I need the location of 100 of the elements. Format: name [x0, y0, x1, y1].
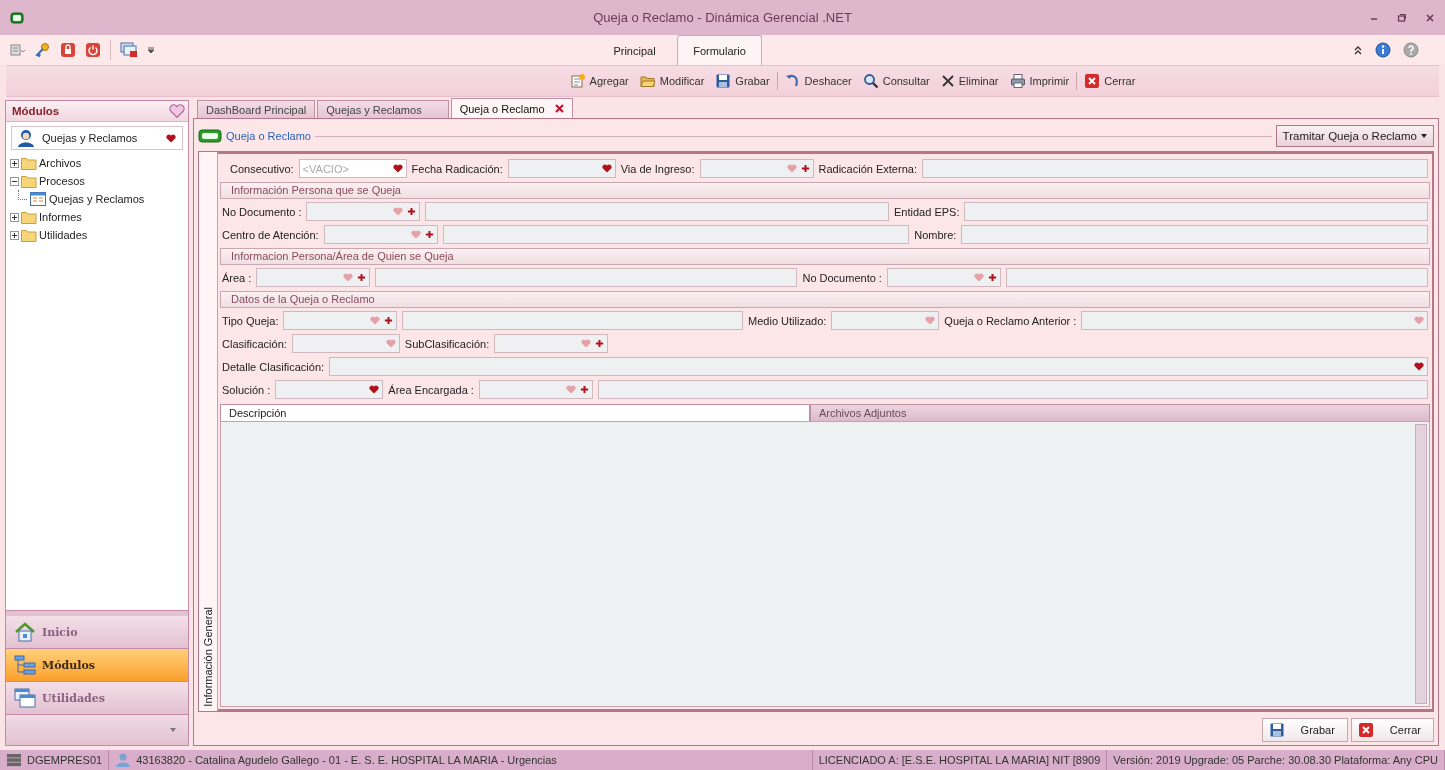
toolbar-button[interactable]: Grabar — [711, 71, 774, 91]
key-icon[interactable] — [35, 42, 51, 58]
tree-item[interactable]: Procesos — [39, 175, 85, 187]
toolbar-button[interactable]: Modificar — [635, 71, 709, 91]
app-logo-icon — [10, 11, 24, 24]
heart-icon — [169, 104, 185, 118]
ribbon-tab[interactable]: Principal — [592, 35, 677, 65]
toolbar-button[interactable]: Agregar — [565, 71, 633, 91]
section-header: Información Persona que se Queja — [220, 182, 1430, 199]
close-icon — [1084, 73, 1101, 89]
house-icon — [14, 622, 36, 642]
toolbar-button[interactable]: Cerrar — [1080, 71, 1140, 91]
field-label: Clasificación: — [222, 337, 287, 350]
windows-close-icon[interactable] — [120, 42, 138, 58]
nav-button[interactable]: Inicio — [6, 616, 188, 649]
nav-button[interactable]: Utilidades — [6, 682, 188, 715]
placeholder-text: <VACIO> — [302, 162, 349, 175]
document-tab[interactable]: Quejas y Reclamos — [317, 100, 449, 118]
undo-icon — [784, 73, 801, 89]
section-header: Datos de la Queja o Reclamo — [220, 291, 1430, 308]
power-icon[interactable] — [85, 42, 101, 58]
dropdown-heart-icon[interactable] — [166, 133, 176, 143]
search-icon — [862, 73, 879, 89]
list-icon[interactable] — [10, 43, 26, 57]
field-label: Solución : — [222, 383, 271, 396]
field-label: Entidad EPS: — [894, 205, 960, 218]
save-icon — [715, 73, 732, 89]
restore-icon[interactable] — [1397, 12, 1407, 23]
user-icon — [16, 128, 36, 148]
section-header: Informacion Persona/Área de Quien se Queja — [220, 248, 1430, 265]
lock-icon[interactable] — [60, 42, 76, 58]
hierarchy-icon — [14, 655, 36, 675]
field-label: Detalle Clasificación: — [222, 360, 325, 373]
field-label: Área Encargada : — [388, 383, 474, 396]
close-icon[interactable] — [1425, 12, 1435, 23]
folder-icon — [21, 228, 37, 242]
field-label: Fecha Radicación: — [411, 162, 503, 175]
folder-icon — [21, 156, 37, 170]
collapse-icon[interactable] — [10, 176, 19, 186]
detail-tab[interactable]: Descripción — [220, 404, 810, 421]
version-info: Versión: 2019 Upgrade: 05 Parche: 30.08.30 Plataforma: Any CPU — [1113, 754, 1438, 766]
tree-item[interactable]: Utilidades — [39, 229, 88, 241]
add-document-icon — [569, 73, 586, 89]
form-title: Queja o Reclamo — [226, 130, 311, 142]
nav-button[interactable]: Módulos — [6, 649, 188, 682]
customize-dropdown-icon[interactable] — [147, 46, 155, 54]
form-badge-icon — [198, 129, 222, 143]
folder-icon — [639, 73, 656, 89]
expand-icon[interactable] — [10, 158, 19, 168]
tree-item[interactable]: Informes — [39, 211, 82, 223]
form-button[interactable]: Cerrar — [1350, 718, 1434, 742]
caret-icon — [1421, 134, 1427, 138]
document-tab[interactable]: DashBoard Principal — [197, 100, 316, 118]
close-icon — [1357, 722, 1374, 738]
form-window-icon — [30, 192, 46, 206]
field-label: Área : — [222, 271, 252, 284]
expand-icon[interactable] — [10, 230, 19, 240]
tree-item[interactable]: Archivos — [39, 157, 82, 169]
collapse-ribbon-icon[interactable] — [1353, 45, 1363, 55]
document-tab[interactable]: Queja o Reclamo — [450, 98, 573, 118]
sidebar-title: Módulos — [12, 105, 60, 117]
expand-icon[interactable] — [10, 212, 19, 222]
close-tab-icon[interactable] — [554, 104, 564, 113]
process-dropdown-button[interactable]: Tramitar Queja o Reclamo — [1275, 125, 1434, 147]
field-label: Nombre: — [914, 228, 957, 241]
field-label: Via de Ingreso: — [620, 162, 695, 175]
folder-icon — [21, 210, 37, 224]
field-label: Medio Utilizado: — [748, 314, 827, 327]
description-area[interactable] — [220, 421, 1430, 707]
printer-icon — [1009, 73, 1026, 89]
field-label: Consecutivo: — [230, 162, 294, 175]
toolbar-button[interactable]: Imprimir — [1005, 71, 1074, 91]
tree-item[interactable]: Quejas y Reclamos — [49, 193, 145, 205]
dropdown-arrow-icon[interactable] — [170, 728, 176, 732]
server-icon — [6, 753, 22, 767]
toolbar-button[interactable]: Eliminar — [936, 72, 1003, 90]
field-label: SubClasificación: — [404, 337, 490, 350]
toolbar-button[interactable]: Deshacer — [780, 71, 856, 91]
dropdown-heart-icon[interactable] — [392, 164, 403, 173]
toolbar-button[interactable]: Consultar — [858, 71, 934, 91]
license-info: LICENCIADO A: [E.S.E. HOSPITAL LA MARIA] NIT [8909 — [818, 754, 1101, 766]
server-name: DGEMPRES01 — [27, 754, 103, 766]
field-label: No Documento : — [802, 271, 882, 284]
field-label: Radicación Externa: — [818, 162, 917, 175]
side-tab[interactable]: Información General — [199, 152, 218, 711]
delete-x-icon — [940, 74, 955, 88]
field-label: Tipo Queja: — [222, 314, 279, 327]
folder-icon — [21, 174, 37, 188]
user-icon — [115, 752, 132, 768]
field-label: No Documento : — [222, 205, 302, 218]
form-button[interactable]: Grabar — [1261, 718, 1348, 742]
help-icon[interactable] — [1403, 42, 1419, 58]
window-title: Queja o Reclamo - Dinámica Gerencial .NET — [593, 10, 852, 25]
scrollbar[interactable] — [1415, 424, 1427, 704]
field-label: Centro de Atención: — [222, 228, 319, 241]
info-icon[interactable] — [1375, 42, 1391, 58]
module-selector[interactable]: Quejas y Reclamos — [11, 126, 183, 150]
detail-tab[interactable]: Archivos Adjuntos — [810, 404, 1430, 421]
save-icon — [1268, 722, 1285, 738]
ribbon-tab[interactable]: Formulario — [677, 35, 762, 65]
